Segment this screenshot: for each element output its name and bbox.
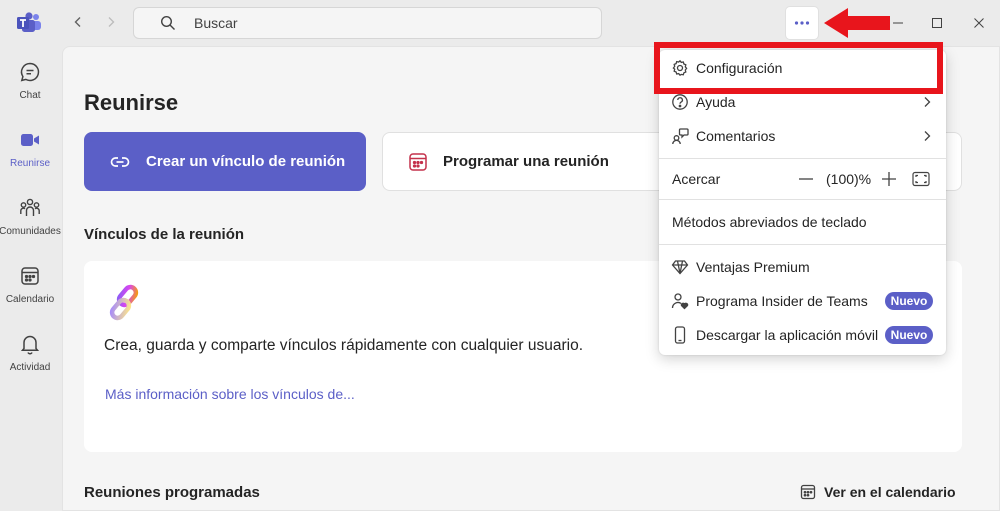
rail-label: Reunirse xyxy=(9,158,51,169)
people-community-icon xyxy=(18,196,42,220)
chain-link-illustration-icon xyxy=(109,284,139,321)
minus-icon xyxy=(799,178,813,180)
keyboard-shortcuts-label: Métodos abreviados de teclado xyxy=(672,214,867,230)
calendar-icon xyxy=(407,151,429,173)
feedback-label: Comentarios xyxy=(696,128,776,144)
new-badge: Nuevo xyxy=(885,326,933,344)
phone-icon xyxy=(671,326,689,344)
gear-icon xyxy=(671,59,689,77)
settings-label: Configuración xyxy=(696,60,783,76)
chat-icon xyxy=(18,60,42,84)
more-options-button[interactable] xyxy=(786,7,818,39)
plus-icon xyxy=(882,172,896,186)
rail-item-chat[interactable]: Chat xyxy=(0,60,60,118)
person-heart-icon xyxy=(671,292,689,310)
zoom-label: Acercar xyxy=(672,171,721,187)
rail-label: Chat xyxy=(19,90,41,101)
help-circle-icon xyxy=(671,93,689,111)
annotation-arrow-icon xyxy=(824,8,890,38)
menu-item-help[interactable]: Ayuda xyxy=(659,87,946,117)
create-meeting-link-label: Crear un vínculo de reunión xyxy=(146,153,346,170)
chevron-right-icon xyxy=(921,130,933,142)
more-dots-icon xyxy=(794,21,810,25)
back-button[interactable] xyxy=(68,12,88,32)
teams-logo-icon[interactable] xyxy=(17,12,41,34)
zoom-out-button[interactable] xyxy=(798,171,814,187)
maximize-icon xyxy=(932,18,942,28)
menu-item-keyboard-shortcuts[interactable]: Métodos abreviados de teclado xyxy=(659,207,946,237)
rail-label: Actividad xyxy=(9,362,51,373)
diamond-icon xyxy=(671,258,689,276)
more-options-menu: Configuración Ayuda Comentarios Acercar … xyxy=(659,50,946,355)
minimize-icon xyxy=(893,22,903,24)
menu-item-mobile-app[interactable]: Descargar la aplicación móvil Nuevo xyxy=(659,320,946,350)
menu-item-premium[interactable]: Ventajas Premium xyxy=(659,252,946,282)
rail-label: Calendario xyxy=(5,294,55,305)
menu-item-insider[interactable]: Programa Insider de Teams Nuevo xyxy=(659,286,946,316)
card-description: Crea, guarda y comparte vínculos rápidam… xyxy=(104,337,584,354)
mobile-app-label: Descargar la aplicación móvil xyxy=(696,327,879,343)
chevron-right-icon xyxy=(921,96,933,108)
view-calendar-label: Ver en el calendario xyxy=(824,484,956,500)
links-section-title: Vínculos de la reunión xyxy=(84,226,245,243)
page-title: Reunirse xyxy=(84,90,179,115)
link-icon xyxy=(109,151,131,173)
scheduled-meetings-title: Reuniones programadas xyxy=(84,484,260,501)
search-placeholder: Buscar xyxy=(194,15,238,31)
fullscreen-button[interactable] xyxy=(912,171,930,187)
search-box[interactable]: Buscar xyxy=(133,7,602,39)
menu-item-settings[interactable]: Configuración xyxy=(659,53,946,83)
menu-item-feedback[interactable]: Comentarios xyxy=(659,121,946,151)
search-icon xyxy=(160,15,176,31)
new-badge: Nuevo xyxy=(885,292,933,310)
menu-divider xyxy=(659,158,946,159)
insider-label: Programa Insider de Teams xyxy=(696,293,868,309)
menu-item-zoom: Acercar (100)% xyxy=(659,164,946,194)
zoom-value: (100)% xyxy=(826,171,872,187)
video-camera-icon xyxy=(18,128,42,152)
rail-item-activity[interactable]: Actividad xyxy=(0,332,60,390)
help-label: Ayuda xyxy=(696,94,736,110)
calendar-icon xyxy=(800,484,816,500)
feedback-icon xyxy=(671,127,689,145)
close-button[interactable] xyxy=(969,13,989,33)
fullscreen-icon xyxy=(912,171,930,187)
rail-label: Comunidades xyxy=(0,226,61,237)
zoom-in-button[interactable] xyxy=(881,171,897,187)
rail-item-communities[interactable]: Comunidades xyxy=(0,196,61,254)
forward-button[interactable] xyxy=(101,12,121,32)
premium-label: Ventajas Premium xyxy=(696,259,810,275)
menu-divider xyxy=(659,244,946,245)
rail-item-meet[interactable]: Reunirse xyxy=(0,128,60,186)
menu-divider xyxy=(659,199,946,200)
learn-more-link[interactable]: Más información sobre los vínculos de... xyxy=(105,386,355,402)
chevron-right-icon xyxy=(108,17,115,27)
bell-icon xyxy=(18,332,42,356)
chevron-left-icon xyxy=(74,17,81,27)
app-rail: Chat Reunirse Comunidades Calendario Act… xyxy=(0,0,61,511)
maximize-button[interactable] xyxy=(927,13,947,33)
close-icon xyxy=(974,18,984,28)
schedule-meeting-label: Programar una reunión xyxy=(443,153,609,170)
calendar-icon xyxy=(18,264,42,288)
rail-item-calendar[interactable]: Calendario xyxy=(0,264,60,322)
create-meeting-link-button[interactable]: Crear un vínculo de reunión xyxy=(84,132,366,191)
view-calendar-link[interactable]: Ver en el calendario xyxy=(800,484,956,500)
